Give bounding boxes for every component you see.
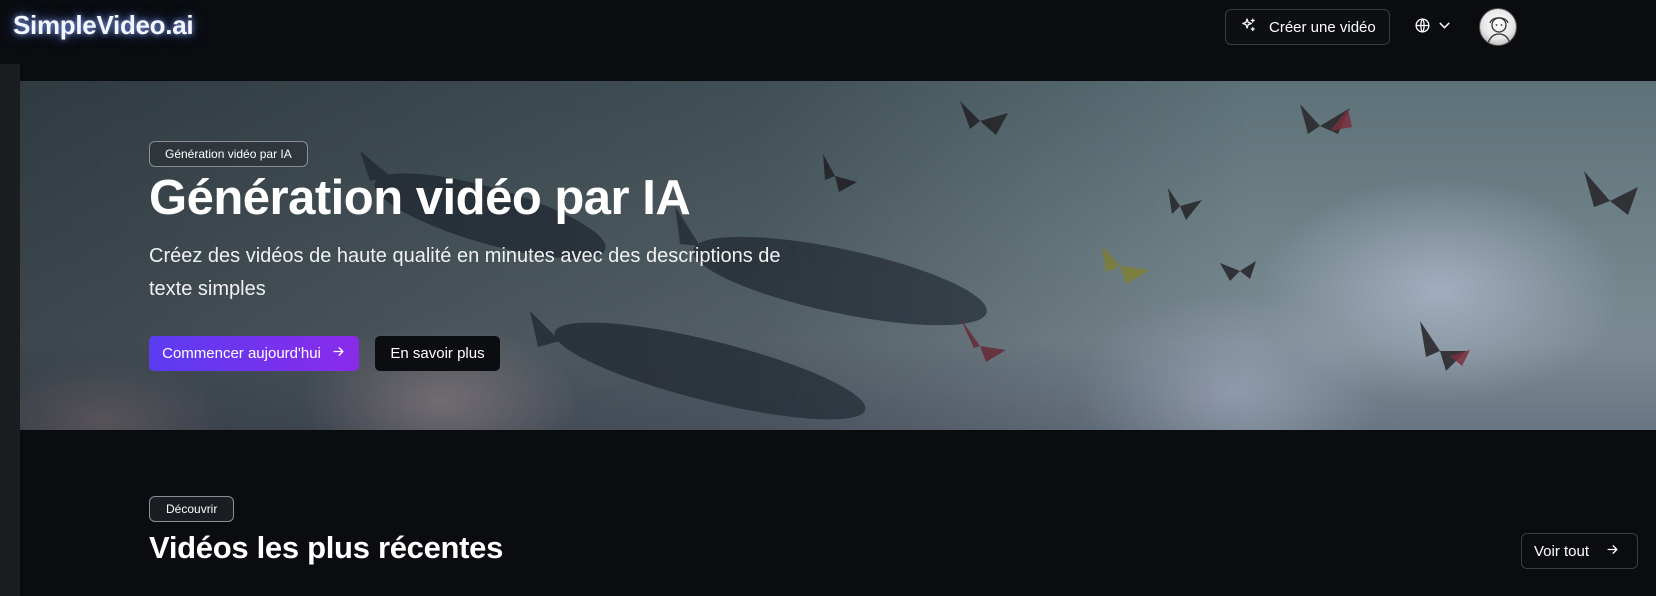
globe-icon — [1414, 17, 1431, 39]
see-all-label: Voir tout — [1534, 542, 1590, 560]
avatar-drawing — [1487, 17, 1511, 45]
hero-title: Génération vidéo par IA — [149, 171, 691, 225]
sparkles-icon — [1240, 17, 1257, 38]
chevron-down-icon — [1436, 17, 1453, 39]
discover-badge: Découvrir — [149, 496, 235, 522]
learn-more-button[interactable]: En savoir plus — [375, 336, 500, 371]
recent-videos-title: Vidéos les plus récentes — [149, 530, 504, 565]
create-video-label: Créer une vidéo — [1269, 18, 1376, 36]
arrow-right-icon — [1605, 542, 1620, 561]
learn-more-label: En savoir plus — [390, 345, 485, 362]
get-started-button[interactable]: Commencer aujourd'hui — [149, 336, 359, 371]
hero-badge: Génération vidéo par IA — [149, 141, 308, 167]
logo[interactable]: SimpleVideo.ai — [13, 10, 194, 41]
arrow-right-icon — [331, 344, 346, 363]
left-rail — [0, 64, 20, 596]
create-video-button[interactable]: Créer une vidéo — [1225, 9, 1390, 45]
get-started-label: Commencer aujourd'hui — [162, 345, 321, 362]
user-avatar[interactable] — [1479, 8, 1517, 46]
language-selector[interactable] — [1414, 17, 1453, 39]
top-header: SimpleVideo.ai Créer une vidéo — [0, 0, 1656, 62]
see-all-button[interactable]: Voir tout — [1521, 533, 1638, 569]
hero-subtitle: Créez des vidéos de haute qualité en min… — [149, 245, 781, 300]
